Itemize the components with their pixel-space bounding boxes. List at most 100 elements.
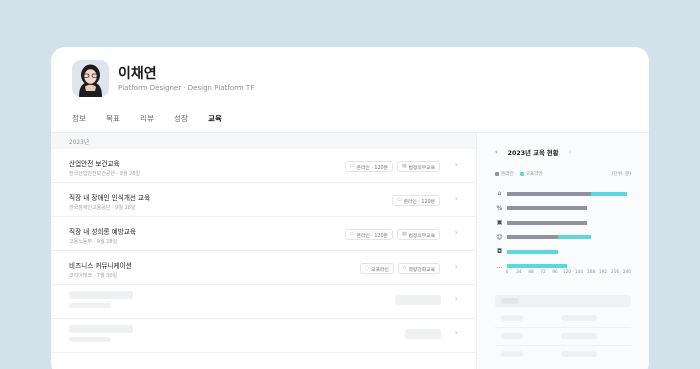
list-item[interactable]: 직장 내 성희롱 예방교육 고용노동부 · 9월 28일 ▭ 온라인 · 120분… (51, 217, 476, 251)
year-header: 2023년 (51, 133, 476, 149)
bar-segment-offline (507, 264, 567, 268)
x-tick-label: 144 (574, 270, 584, 275)
monitor-icon: ▭ (350, 164, 355, 169)
chevron-right-icon: › (454, 328, 458, 337)
chevron-right-icon[interactable]: › (569, 148, 572, 157)
legend-label: 온라인 (501, 172, 514, 177)
education-list: 2023년 산업안전 보건교육 한국산업안전보건공단 · 9월 28일 ▭ 온라인… (51, 133, 476, 369)
chevron-right-icon: › (454, 262, 458, 271)
tab-growth[interactable]: 성장 (174, 111, 188, 133)
tab-info[interactable]: 정보 (72, 111, 86, 133)
x-tick-label: 192 (598, 270, 608, 275)
tab-goals[interactable]: 목표 (106, 111, 120, 133)
skeleton-block (501, 351, 523, 357)
skeleton-row: › (51, 285, 476, 319)
list-item[interactable]: 산업안전 보건교육 한국산업안전보건공단 · 9월 28일 ▭ 온라인 · 120… (51, 149, 476, 183)
skeleton-block (69, 325, 133, 333)
x-tick-label: 240 (622, 270, 632, 275)
legend-swatch (495, 172, 499, 176)
skeleton-block (69, 291, 133, 299)
bar-segment-online (507, 220, 587, 225)
item-title: 직장 내 장애인 인식개선 교육 (69, 194, 151, 202)
bar-row: ⌂ (495, 189, 635, 198)
tag: ◇ 역량강화교육 (397, 263, 440, 274)
item-title: 산업안전 보건교육 (69, 160, 120, 168)
legend-swatch (519, 172, 524, 176)
bar-row: ◘ (495, 247, 635, 256)
bar-segment-online (507, 191, 591, 196)
item-tags: ◌ 오프라인 ◇ 역량강화교육 (359, 263, 440, 274)
bar-row: ☺ (495, 233, 635, 242)
tag: ▭ 온라인 · 120분 (345, 229, 393, 240)
x-tick-label: 72 (540, 270, 546, 275)
profile-name: 이채연 (118, 66, 157, 82)
summary-title: 2023년 교육 현황 (507, 150, 559, 157)
percent-icon: % (496, 204, 503, 212)
document-icon: ▤ (401, 164, 407, 169)
list-item[interactable]: 비즈니스 커뮤니케이션 코리아테크 · 7월 30일 ◌ 오프라인 ◇ 역량강화교육… (51, 251, 476, 285)
tag-icon: ◇ (402, 266, 407, 271)
chevron-right-icon: › (454, 294, 458, 303)
chevron-right-icon: › (454, 160, 458, 169)
skeleton-divider (495, 345, 631, 346)
tag-label: 역량강화교육 (408, 268, 435, 273)
chevron-right-icon: › (454, 228, 458, 237)
skeleton-block (501, 315, 523, 321)
chevron-right-icon: › (454, 194, 458, 203)
tab-review[interactable]: 리뷰 (140, 111, 154, 133)
bar-segment-offline (507, 249, 558, 254)
skeleton-row: › (51, 319, 476, 353)
skeleton-divider (495, 327, 631, 328)
skeleton-block (69, 303, 111, 308)
education-summary-panel: ‹ 2023년 교육 현황 › 온라인 오프라인 (단위: 분) ⌂% ▣ ☺ ◘… … (477, 133, 649, 369)
avatar (72, 60, 109, 97)
chat-icon: ◘ (497, 248, 502, 255)
tag: ▭ 온라인 · 120분 (345, 161, 393, 172)
item-subtitle: 코리아테크 · 7월 30일 (69, 273, 118, 279)
legend-offline: 오프라인 (519, 171, 543, 177)
skeleton-block (69, 337, 111, 342)
person-portrait-icon (72, 60, 109, 97)
x-tick-label: 48 (528, 270, 534, 275)
x-tick-label: 168 (586, 270, 596, 275)
skeleton-block (561, 315, 597, 321)
education-bar-chart: ⌂% ▣ ☺ ◘ … (495, 189, 635, 279)
item-title: 비즈니스 커뮤니케이션 (69, 262, 132, 270)
skeleton-block (405, 329, 441, 339)
bar-row: ▣ (495, 218, 635, 227)
chart-legend: 온라인 오프라인 (495, 171, 543, 177)
tag: ▤ 법정의무교육 (396, 229, 440, 240)
tab-education[interactable]: 교육 (207, 111, 222, 133)
list-item[interactable]: 직장 내 장애인 인식개선 교육 한국장애인고용공단 · 9월 28일 ▭ 온라인… (51, 183, 476, 217)
x-tick-label: 216 (610, 270, 620, 275)
item-tags: ▭ 온라인 · 120분 (392, 195, 440, 206)
legend-label: 오프라인 (525, 172, 543, 177)
item-subtitle: 한국산업안전보건공단 · 9월 28일 (69, 171, 141, 177)
x-tick-label: 24 (516, 270, 522, 275)
skeleton-block (561, 333, 597, 339)
tab-bar: 정보 목표 리뷰 성장 교육 (72, 111, 242, 133)
more-icon: … (496, 262, 503, 270)
item-subtitle: 고용노동부 · 9월 28일 (69, 239, 118, 245)
tag-label: 온라인 · 120분 (403, 200, 435, 205)
profile-card: 이채연 Platform Designer · Design Platform … (51, 47, 649, 369)
briefcase-icon: ▣ (496, 219, 503, 226)
people-icon: ☺ (496, 233, 503, 241)
people-icon: ◌ (364, 266, 370, 271)
item-tags: ▭ 온라인 · 120분 ▤ 법정의무교육 (345, 161, 440, 172)
tag-label: 법정의무교육 (408, 234, 435, 239)
x-tick-label: 120 (562, 270, 572, 275)
monitor-icon: ▭ (397, 198, 402, 203)
legend-online: 온라인 (495, 171, 514, 177)
skeleton-block (561, 351, 597, 357)
chevron-left-icon[interactable]: ‹ (495, 148, 498, 157)
skeleton-block (395, 295, 441, 305)
bar-segment-offline (558, 235, 591, 239)
monitor-icon: ▭ (350, 232, 355, 237)
x-axis: 0 24 48 72 96 120 144 168 192 216 240 (506, 270, 637, 278)
tag: ▭ 온라인 · 120분 (392, 195, 440, 206)
chart-unit: (단위: 분) (611, 172, 631, 177)
skeleton-block (501, 333, 523, 339)
tag-label: 법정의무교육 (408, 166, 435, 171)
tag: ▤ 법정의무교육 (396, 161, 440, 172)
